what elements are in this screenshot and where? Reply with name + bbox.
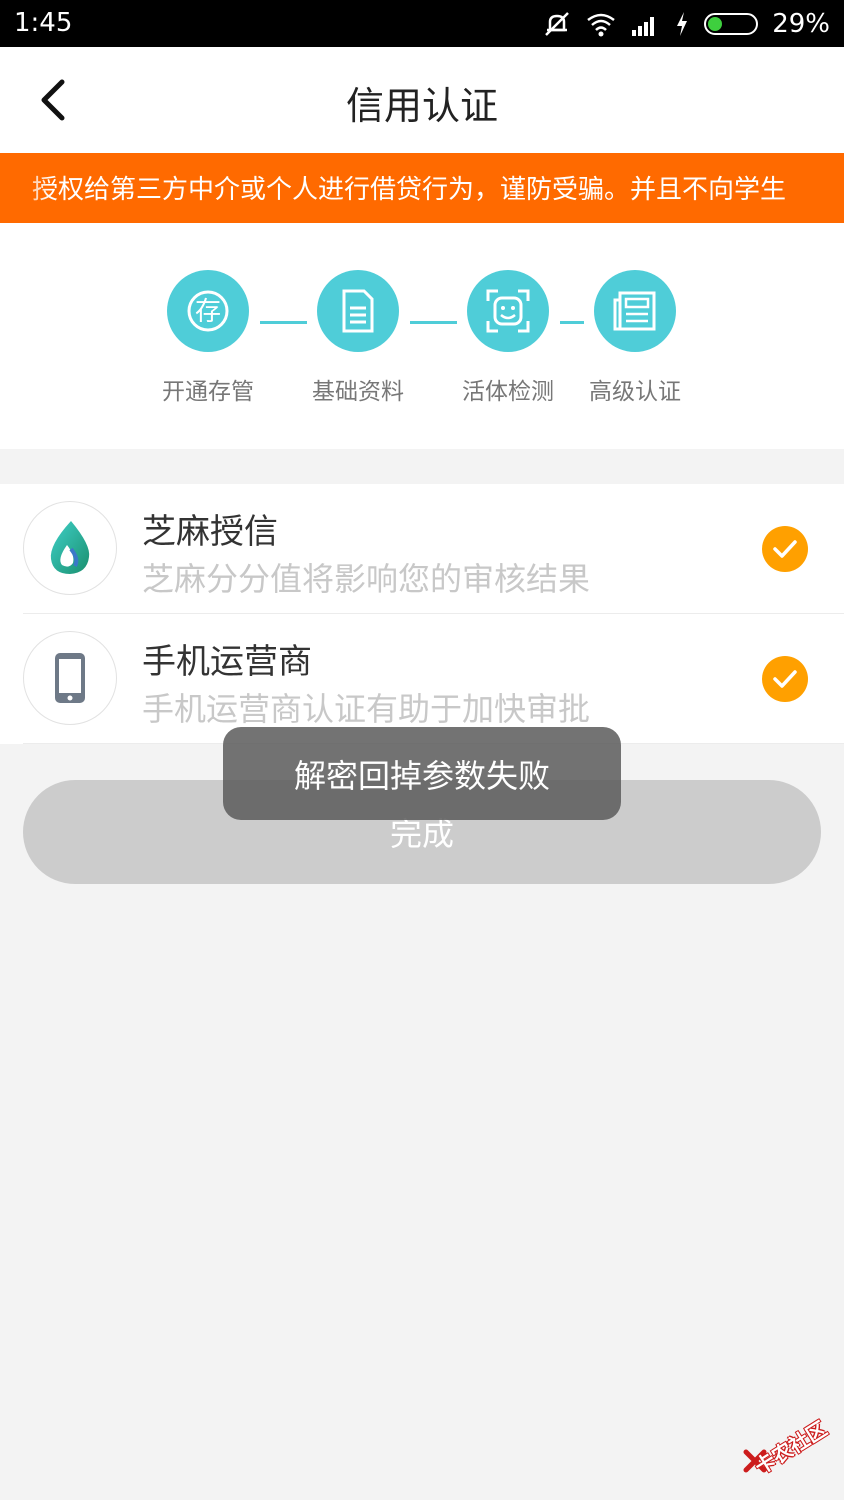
svg-text:存: 存 — [195, 297, 221, 327]
status-time: 1:45 — [14, 8, 73, 38]
watermark-logo: 卡农社区 — [738, 1402, 842, 1482]
check-icon — [762, 526, 808, 572]
step-label: 开通存管 — [162, 379, 254, 405]
step-basic-info[interactable]: 基础资料 — [312, 270, 404, 405]
document-icon — [317, 270, 399, 352]
item-title: 手机运营商 — [142, 642, 312, 682]
battery-icon — [704, 13, 759, 35]
notice-text: 授权给第三方中介或个人进行借贷行为，谨防受骗。并且不向学生 — [32, 175, 787, 205]
item-subtitle: 手机运营商认证有助于加快审批 — [142, 690, 591, 728]
newspaper-icon — [594, 270, 676, 352]
battery-percent: 29% — [772, 9, 830, 39]
deposit-icon: 存 — [167, 270, 249, 352]
item-title: 芝麻授信 — [142, 512, 278, 552]
watermark-text: 卡农社区 — [750, 1416, 832, 1480]
phone-icon — [23, 631, 117, 725]
step-advanced[interactable]: 高级认证 — [589, 270, 681, 405]
item-subtitle: 芝麻分分值将影响您的审核结果 — [142, 560, 591, 598]
status-icons: 29% — [542, 8, 830, 40]
wifi-icon — [587, 13, 615, 37]
step-connector — [260, 321, 307, 324]
step-liveness[interactable]: 活体检测 — [462, 270, 554, 405]
header: 信用认证 — [0, 47, 844, 153]
charging-icon — [677, 12, 688, 36]
list-item-mobile-carrier[interactable]: 手机运营商 手机运营商认证有助于加快审批 — [0, 614, 844, 744]
signal-icon — [632, 17, 655, 36]
step-label: 高级认证 — [589, 379, 681, 405]
mute-icon — [545, 12, 570, 36]
step-label: 活体检测 — [462, 379, 554, 405]
notice-banner: 授权给第三方中介或个人进行借贷行为，谨防受骗。并且不向学生 — [0, 153, 844, 223]
step-connector — [560, 321, 584, 324]
page-title: 信用认证 — [345, 84, 498, 128]
step-deposit[interactable]: 存 开通存管 — [162, 270, 254, 405]
status-bar: 1:45 29% — [0, 0, 844, 47]
step-connector — [410, 321, 457, 324]
toast-message: 解密回掉参数失败 — [223, 727, 621, 820]
progress-steps: 存 开通存管 基础资料 活体检测 高级认证 — [0, 223, 844, 449]
check-icon — [762, 656, 808, 702]
step-label: 基础资料 — [312, 379, 404, 405]
auth-list: 芝麻授信 芝麻分分值将影响您的审核结果 手机运营商 手机运营商认证有助于加快审批 — [0, 484, 844, 744]
sesame-credit-icon — [23, 501, 117, 595]
face-scan-icon — [467, 270, 549, 352]
list-item-sesame-credit[interactable]: 芝麻授信 芝麻分分值将影响您的审核结果 — [0, 484, 844, 614]
